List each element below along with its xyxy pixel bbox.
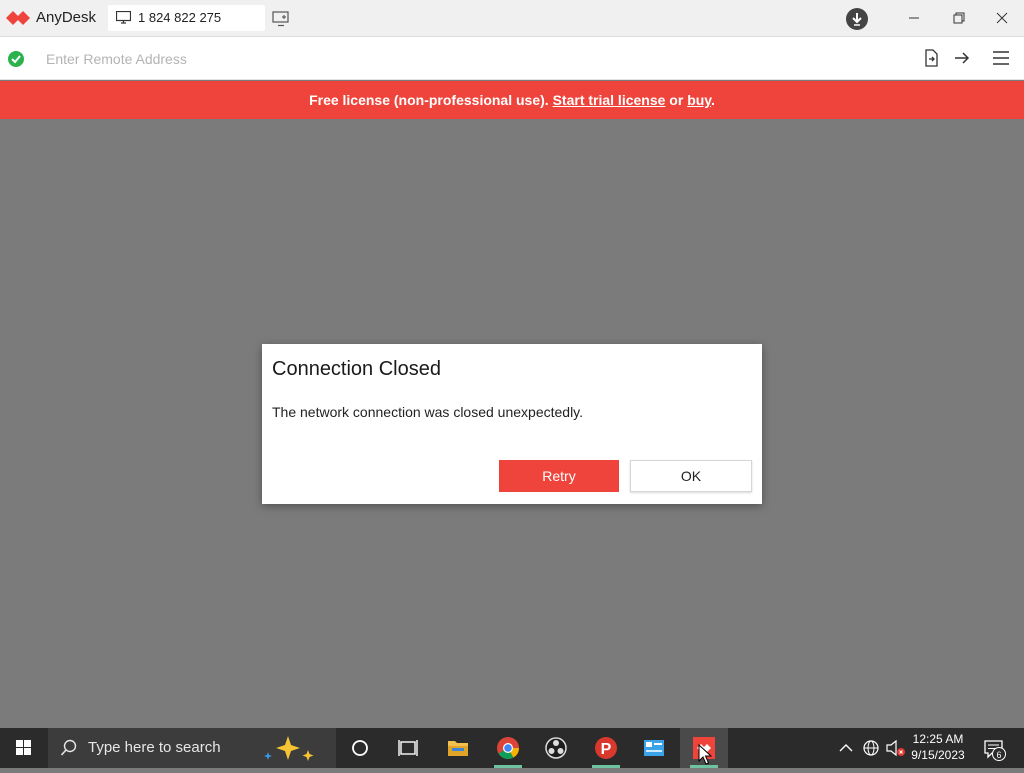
- search-icon: [60, 739, 77, 756]
- license-banner: Free license (non-professional use). Sta…: [0, 81, 1024, 119]
- psiphon-icon: P: [595, 737, 617, 759]
- banner-suffix: .: [711, 92, 715, 108]
- control-panel-icon[interactable]: [630, 728, 678, 768]
- new-tab-icon[interactable]: [272, 11, 290, 27]
- psiphon-taskbar-item[interactable]: P: [582, 728, 630, 768]
- connection-closed-dialog: Connection Closed The network connection…: [262, 344, 762, 504]
- title-bar: AnyDesk 1 824 822 275: [0, 0, 1024, 37]
- clock-date: 9/15/2023: [911, 748, 965, 762]
- taskbar-clock[interactable]: 12:25 AM 9/15/2023: [900, 731, 976, 763]
- session-tab[interactable]: 1 824 822 275: [108, 5, 265, 31]
- show-hidden-icons-icon[interactable]: [836, 728, 856, 768]
- file-explorer-icon[interactable]: [434, 728, 482, 768]
- start-trial-link[interactable]: Start trial license: [553, 92, 666, 108]
- remote-address-input[interactable]: [36, 45, 896, 73]
- cortana-icon[interactable]: [336, 728, 384, 768]
- banner-or-text: or: [665, 92, 688, 108]
- taskbar: Type here to search P 12:25 AM 9/15/2023…: [0, 728, 1024, 768]
- restore-icon[interactable]: [947, 7, 971, 29]
- taskbar-search-box[interactable]: Type here to search: [48, 728, 336, 768]
- app-name: AnyDesk: [36, 9, 97, 26]
- downloads-icon[interactable]: [845, 7, 869, 31]
- buy-link[interactable]: buy: [687, 92, 711, 108]
- file-transfer-icon[interactable]: [922, 49, 940, 67]
- task-view-icon[interactable]: [384, 728, 432, 768]
- notification-count-badge: 6: [992, 747, 1006, 761]
- hamburger-menu-icon[interactable]: [992, 49, 1010, 67]
- windows-start-icon[interactable]: [0, 728, 48, 768]
- search-placeholder: Type here to search: [88, 739, 221, 756]
- retry-button[interactable]: Retry: [499, 460, 619, 492]
- chrome-taskbar-item[interactable]: [484, 728, 532, 768]
- address-bar: [0, 37, 1024, 80]
- network-globe-icon[interactable]: [860, 728, 882, 768]
- mouse-cursor-icon: [698, 744, 712, 765]
- sparkle-icon: [264, 736, 314, 761]
- dialog-message: The network connection was closed unexpe…: [272, 404, 584, 420]
- clock-time: 12:25 AM: [912, 732, 964, 746]
- monitor-icon: [116, 11, 131, 24]
- tab-label: 1 824 822 275: [138, 10, 222, 25]
- minimize-icon[interactable]: [902, 7, 926, 29]
- dialog-title: Connection Closed: [272, 358, 441, 380]
- chrome-icon: [497, 737, 519, 759]
- svg-text:P: P: [601, 741, 612, 758]
- status-ok-icon: [8, 51, 24, 67]
- close-icon[interactable]: [990, 7, 1014, 29]
- banner-text: Free license (non-professional use).: [309, 92, 553, 108]
- anydesk-logo-icon: [6, 11, 30, 25]
- connect-arrow-icon[interactable]: [953, 49, 971, 67]
- ok-button[interactable]: OK: [630, 460, 752, 492]
- obs-icon[interactable]: [532, 728, 580, 768]
